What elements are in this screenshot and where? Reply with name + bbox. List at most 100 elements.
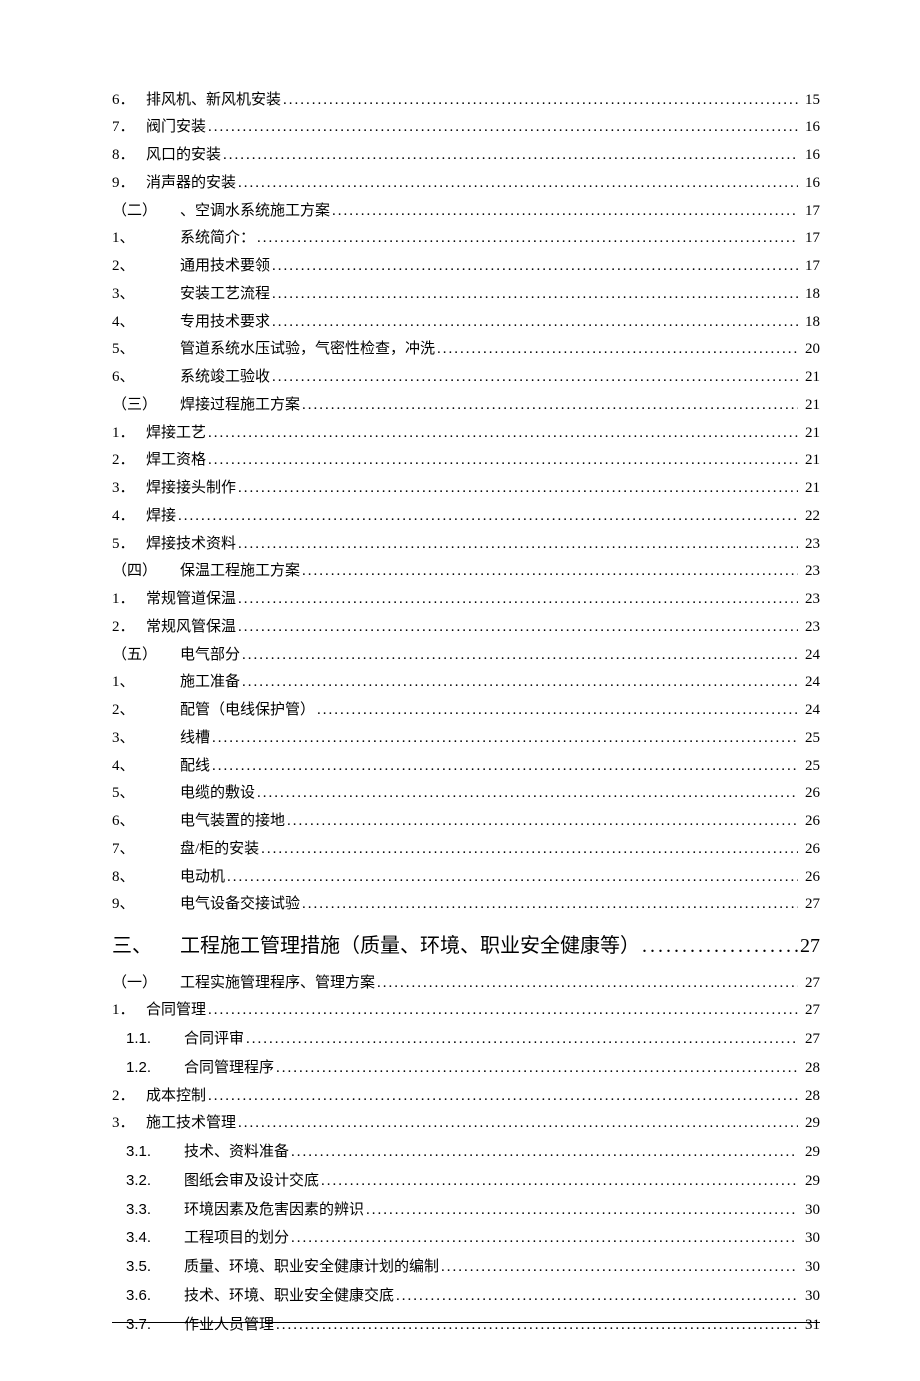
toc-leader-dots	[212, 755, 798, 778]
toc-entry-number: 3、	[112, 283, 180, 306]
toc-leader-dots	[302, 394, 798, 417]
toc-entry-page: 18	[800, 311, 820, 334]
toc-leader-dots	[441, 1256, 798, 1279]
toc-entry-page: 17	[800, 200, 820, 223]
toc-entry-title: 环境因素及危害因素的辨识	[184, 1198, 364, 1221]
toc-entry: 1、施工准备24	[112, 671, 820, 694]
toc-entry-page: 21	[800, 394, 820, 417]
toc-entry-number: （二）	[112, 200, 180, 223]
footer-rule	[112, 1322, 820, 1323]
toc-block: （一）工程实施管理程序、管理方案271．合同管理271.1.合同评审271.2.…	[112, 972, 820, 1337]
toc-entry: （二）、空调水系统施工方案 17	[112, 200, 820, 223]
toc-entry-page: 24	[800, 671, 820, 694]
toc-entry: 8．风口的安装16	[112, 144, 820, 167]
toc-entry: 6．排风机、新风机安装15	[112, 89, 820, 112]
toc-entry: 7．阀门安装16	[112, 116, 820, 139]
toc-entry: 2．焊工资格21	[112, 449, 820, 472]
toc-entry-page: 26	[800, 810, 820, 833]
toc-entry-title: 质量、环境、职业安全健康计划的编制	[184, 1255, 439, 1278]
toc-entry-title: 配线	[180, 755, 210, 778]
toc-entry-page: 26	[800, 838, 820, 861]
toc-entry-title: 、空调水系统施工方案	[180, 200, 330, 223]
toc-entry: 4、配线25	[112, 755, 820, 778]
toc-entry-title: 通用技术要领	[180, 255, 270, 278]
toc-entry-title: 焊接技术资料	[146, 533, 236, 556]
toc-entry-number: （五）	[112, 644, 180, 667]
toc-entry-page: 28	[800, 1057, 820, 1080]
toc-entry-page: 16	[800, 172, 820, 195]
toc-entry: （五）电气部分24	[112, 644, 820, 667]
toc-entry-title: 技术、环境、职业安全健康交底	[184, 1284, 394, 1307]
toc-entry-number: （三）	[112, 394, 180, 417]
toc-entry-number: 6、	[112, 810, 180, 833]
toc-entry-number: 2、	[112, 255, 180, 278]
toc-entry-page: 29	[800, 1141, 820, 1164]
toc-leader-dots	[283, 89, 798, 112]
toc-leader-dots	[272, 366, 798, 389]
toc-entry: 1.1.合同评审27	[112, 1027, 820, 1051]
toc-entry: 7、盘/柜的安装26	[112, 838, 820, 861]
toc-entry-page: 29	[800, 1170, 820, 1193]
toc-entry: （四）保温工程施工方案 23	[112, 560, 820, 583]
toc-entry-title: 施工技术管理	[146, 1112, 236, 1135]
toc-leader-dots	[276, 1314, 798, 1337]
toc-entry-title: 电气设备交接试验	[180, 893, 300, 916]
toc-entry-number: 2．	[112, 616, 146, 639]
toc-entry-title: 风口的安装	[146, 144, 221, 167]
toc-entry-number: 8．	[112, 144, 146, 167]
toc-entry: 3.3.环境因素及危害因素的辨识30	[112, 1198, 820, 1222]
toc-leader-dots	[238, 588, 798, 611]
toc-entry: 6、电气装置的接地 26	[112, 810, 820, 833]
toc-entry-number: 5、	[112, 338, 180, 361]
toc-entry-title: 成本控制	[146, 1085, 206, 1108]
toc-entry-page: 29	[800, 1112, 820, 1135]
toc-entry-number: 1．	[112, 999, 146, 1022]
toc-entry: 1．常规管道保温23	[112, 588, 820, 611]
toc-entry-number: （一）	[112, 972, 180, 995]
toc-leader-dots	[257, 782, 798, 805]
toc-entry-page: 24	[800, 644, 820, 667]
toc-leader-dots	[396, 1285, 798, 1308]
toc-entry-number: （四）	[112, 560, 180, 583]
toc-entry-title: 焊接接头制作	[146, 477, 236, 500]
toc-entry-page: 25	[800, 727, 820, 750]
toc-entry: 4、专用技术要求18	[112, 311, 820, 334]
toc-entry-title: 电气装置的接地	[180, 810, 285, 833]
toc-entry-page: 27	[800, 972, 820, 995]
toc-entry-title: 排风机、新风机安装	[146, 89, 281, 112]
toc-entry-page: 28	[800, 1085, 820, 1108]
toc-entry: 5、电缆的敷设26	[112, 782, 820, 805]
toc-entry-page: 30	[800, 1227, 820, 1250]
toc-entry-number: 7、	[112, 838, 180, 861]
toc-entry-number: 8、	[112, 866, 180, 889]
toc-block: 6．排风机、新风机安装157．阀门安装168．风口的安装169．消声器的安装16…	[112, 89, 820, 917]
toc-entry-number: 3.5.	[112, 1255, 184, 1278]
toc-entry-page: 23	[800, 560, 820, 583]
toc-entry-title: 保温工程施工方案	[180, 560, 300, 583]
toc-entry: 2、配管（电线保护管）24	[112, 699, 820, 722]
toc-entry-number: 3.1.	[112, 1140, 184, 1163]
toc-leader-dots	[642, 931, 798, 962]
toc-leader-dots	[178, 505, 798, 528]
toc-entry-page: 26	[800, 866, 820, 889]
toc-leader-dots	[257, 227, 798, 250]
toc-entry-number: 7．	[112, 116, 146, 139]
toc-entry: 1、系统简介：17	[112, 227, 820, 250]
toc-entry-number: 3.3.	[112, 1198, 184, 1221]
toc-entry-title: 焊工资格	[146, 449, 206, 472]
toc-entry: 1．焊接工艺21	[112, 422, 820, 445]
toc-section-heading: 三、 工程施工管理措施（质量、环境、职业安全健康等） 27	[112, 931, 820, 962]
toc-entry-page: 21	[800, 422, 820, 445]
toc-entry-page: 27	[800, 893, 820, 916]
toc-leader-dots	[208, 449, 798, 472]
toc-entry-number: 三、	[112, 931, 180, 962]
toc-entry-page: 15	[800, 89, 820, 112]
toc-entry-page: 26	[800, 782, 820, 805]
toc-entry-number: 3.2.	[112, 1169, 184, 1192]
toc-entry: 1．合同管理27	[112, 999, 820, 1022]
toc-leader-dots	[437, 338, 798, 361]
toc-entry-number: 2．	[112, 1085, 146, 1108]
toc-entry: 2．成本控制 28	[112, 1085, 820, 1108]
toc-entry-number: 2、	[112, 699, 180, 722]
toc-entry: 3.4.工程项目的划分30	[112, 1226, 820, 1250]
